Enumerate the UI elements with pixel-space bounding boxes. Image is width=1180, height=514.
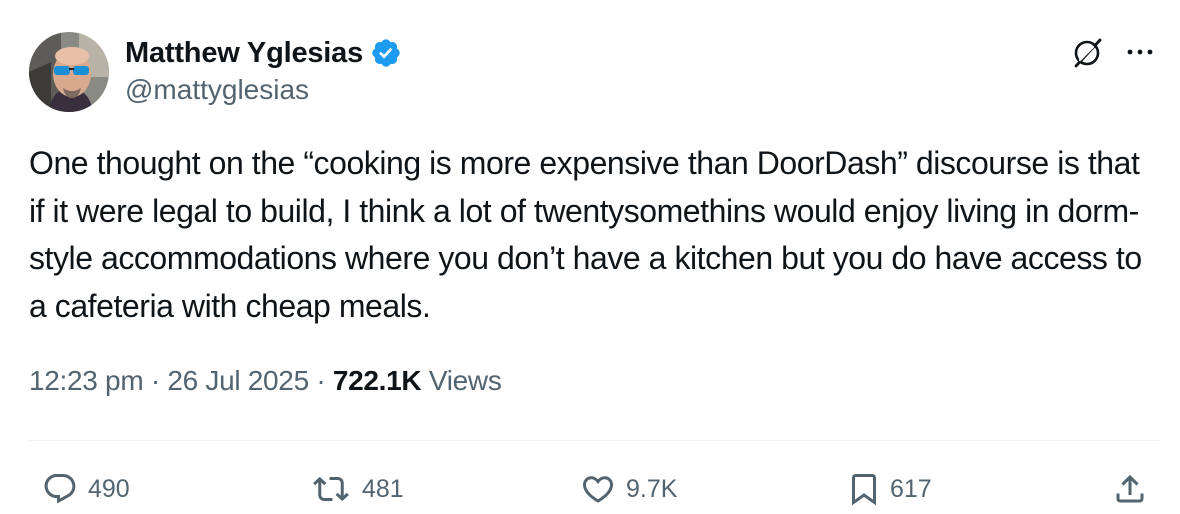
author-handle[interactable]: @mattyglesias bbox=[125, 74, 309, 106]
reply-button[interactable]: 490 bbox=[40, 471, 130, 507]
share-icon bbox=[1116, 474, 1144, 503]
repost-count: 481 bbox=[362, 474, 404, 503]
meta-separator: · bbox=[150, 365, 160, 396]
author-name-row[interactable]: Matthew Yglesias bbox=[125, 33, 402, 73]
like-button[interactable]: 9.7K bbox=[578, 471, 677, 507]
share-button[interactable] bbox=[1112, 471, 1148, 507]
like-count: 9.7K bbox=[626, 474, 678, 503]
repost-button[interactable]: 481 bbox=[308, 471, 404, 507]
verified-badge-icon bbox=[372, 39, 400, 67]
tweet-text: One thought on the “cooking is more expe… bbox=[29, 145, 1142, 324]
author-display-name[interactable]: Matthew Yglesias bbox=[125, 37, 363, 70]
tweet-meta: 12:23 pm · 26 Jul 2025 · 722.1K Views bbox=[29, 365, 502, 397]
tweet-date[interactable]: 26 Jul 2025 bbox=[167, 365, 309, 396]
reply-count: 490 bbox=[88, 474, 130, 503]
bookmark-count: 617 bbox=[890, 474, 932, 503]
grok-icon[interactable] bbox=[1071, 36, 1105, 70]
views-count: 722.1K bbox=[332, 365, 422, 396]
tweet-time[interactable]: 12:23 pm bbox=[29, 365, 144, 396]
reply-icon bbox=[44, 474, 76, 504]
repost-icon bbox=[313, 476, 349, 502]
divider bbox=[29, 440, 1161, 441]
heart-icon bbox=[582, 476, 614, 503]
avatar-photo-icon bbox=[29, 32, 109, 112]
meta-separator: · bbox=[316, 365, 326, 396]
more-options-icon[interactable] bbox=[1123, 38, 1157, 66]
views-label: Views bbox=[428, 365, 502, 396]
bookmark-icon bbox=[852, 474, 876, 506]
avatar[interactable] bbox=[29, 32, 109, 112]
bookmark-button[interactable]: 617 bbox=[846, 471, 932, 507]
